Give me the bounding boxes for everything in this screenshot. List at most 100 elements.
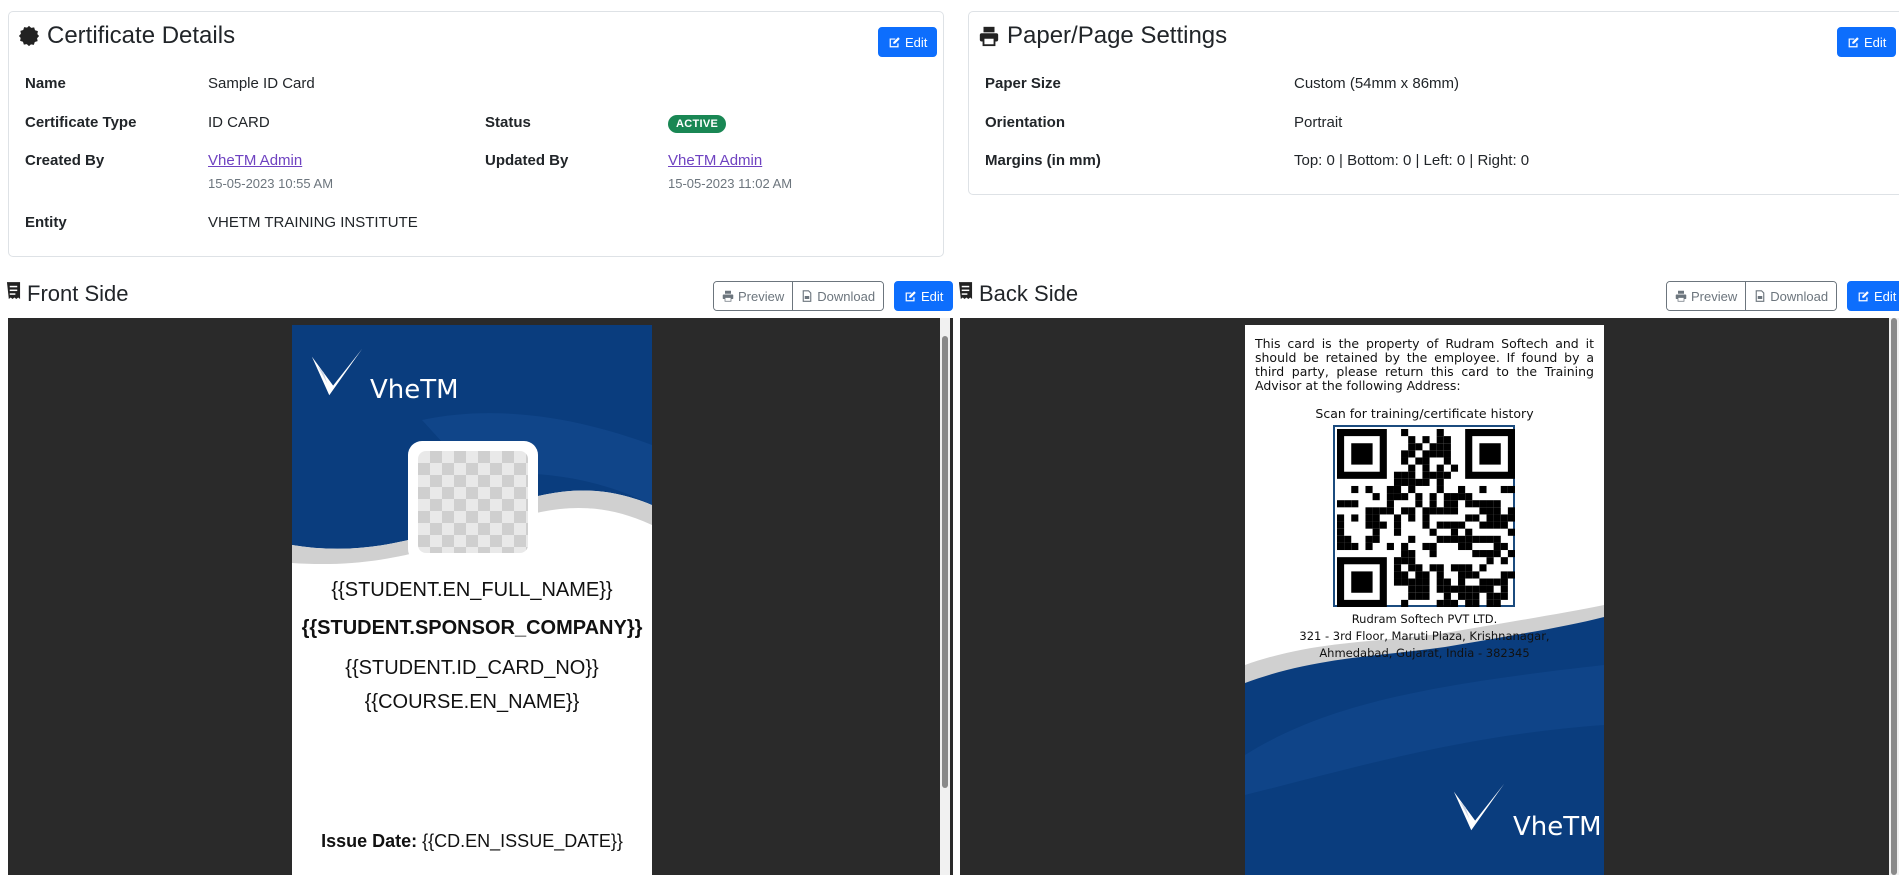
qr-module — [1493, 507, 1501, 515]
back-logo-text: VheTM — [1513, 812, 1602, 842]
qr-module — [1507, 507, 1515, 515]
qr-module — [1422, 578, 1430, 586]
qr-module — [1422, 471, 1430, 479]
qr-module — [1493, 542, 1501, 551]
qr-module — [1436, 478, 1444, 486]
qr-module — [1500, 542, 1508, 551]
front-edit-button[interactable]: Edit — [894, 281, 954, 311]
qr-module — [1386, 485, 1394, 494]
qr-module — [1458, 571, 1466, 579]
qr-module — [1450, 500, 1459, 508]
ownership-notice: This card is the property of Rudram Soft… — [1255, 336, 1594, 393]
qr-module — [1401, 457, 1409, 465]
qr-module — [1429, 500, 1437, 508]
qr-module — [1479, 578, 1487, 586]
front-scrollbar-thumb[interactable] — [942, 336, 948, 788]
created-by-value: VheTM Admin — [208, 152, 302, 169]
qr-module — [1486, 550, 1494, 558]
qr-module — [1450, 464, 1459, 472]
qr-module — [1443, 450, 1451, 458]
back-download-button[interactable]: Download — [1745, 282, 1837, 310]
qr-module — [1472, 514, 1480, 522]
qr-module — [1500, 557, 1508, 565]
receipt-icon — [958, 280, 973, 307]
qr-module — [1365, 485, 1373, 494]
back-scrollbar[interactable] — [1889, 318, 1899, 875]
qr-module — [1422, 464, 1430, 472]
updated-at: 15-05-2023 11:02 AM — [668, 176, 793, 191]
qr-module — [1479, 500, 1487, 508]
qr-module — [1408, 450, 1416, 458]
qr-module — [1443, 521, 1451, 529]
qr-module — [1408, 550, 1416, 558]
qr-module — [1450, 535, 1459, 543]
back-preview-label: Preview — [1691, 288, 1738, 304]
qr-module — [1436, 450, 1444, 458]
qr-module — [1458, 592, 1466, 600]
qr-module — [1436, 585, 1444, 593]
qr-module — [1443, 592, 1451, 600]
qr-module — [1408, 485, 1416, 494]
qr-module — [1479, 485, 1487, 494]
qr-module — [1393, 514, 1402, 522]
qr-module — [1458, 542, 1466, 551]
qr-module — [1365, 514, 1373, 522]
qr-module — [1408, 535, 1416, 543]
qr-module — [1443, 443, 1451, 451]
paper-edit-button[interactable]: Edit — [1837, 27, 1897, 57]
qr-module — [1386, 542, 1394, 551]
front-side-header: Front Side — [6, 280, 129, 307]
certificate-edit-button[interactable]: Edit — [878, 27, 938, 57]
updated-by-link[interactable]: VheTM Admin — [668, 152, 762, 169]
qr-module — [1486, 535, 1494, 543]
qr-module — [1500, 571, 1508, 579]
qr-module — [1408, 585, 1416, 593]
qr-module — [1436, 564, 1444, 572]
qr-module — [1337, 528, 1345, 536]
margins-label: Margins (in mm) — [985, 152, 1101, 169]
qr-module — [1422, 542, 1430, 551]
qr-module — [1507, 550, 1515, 558]
vhetm-logo-mark — [1450, 780, 1508, 843]
front-side-viewer[interactable]: VheTM {{STUDENT.EN_FULL_NAME}} {{STUDENT… — [8, 318, 953, 875]
qr-module — [1486, 578, 1494, 586]
qr-module — [1443, 585, 1451, 593]
qr-module — [1486, 507, 1494, 515]
front-logo-text: VheTM — [370, 375, 459, 405]
issue-date-label: Issue Date: — [321, 831, 418, 851]
back-side-viewer[interactable]: This card is the property of Rudram Soft… — [960, 318, 1899, 875]
qr-module — [1500, 585, 1508, 593]
front-download-button[interactable]: Download — [792, 282, 884, 310]
back-preview-button[interactable]: Preview — [1667, 282, 1746, 310]
qr-module — [1479, 564, 1487, 572]
qr-module — [1486, 514, 1494, 522]
certificate-edit-label: Edit — [905, 34, 928, 50]
qr-module — [1337, 521, 1345, 529]
qr-module — [1443, 535, 1451, 543]
qr-module — [1500, 578, 1508, 586]
certificate-icon — [17, 24, 41, 48]
front-preview-button[interactable]: Preview — [714, 282, 793, 310]
created-by-link[interactable]: VheTM Admin — [208, 152, 302, 169]
qr-module — [1507, 571, 1515, 579]
paper-size-label: Paper Size — [985, 75, 1061, 92]
qr-module — [1486, 592, 1494, 600]
back-scrollbar-thumb[interactable] — [1891, 318, 1897, 875]
qr-module — [1500, 485, 1508, 494]
qr-module — [1493, 599, 1501, 607]
back-edit-button[interactable]: Edit — [1847, 281, 1899, 311]
qr-module — [1436, 571, 1444, 579]
qr-module — [1443, 457, 1451, 465]
qr-module — [1415, 500, 1423, 508]
back-edit-label: Edit — [1874, 288, 1897, 304]
qr-module — [1393, 571, 1402, 579]
qr-module — [1486, 599, 1494, 607]
qr-module — [1436, 436, 1444, 444]
file-pdf-icon — [802, 290, 812, 302]
front-scrollbar[interactable] — [940, 318, 950, 875]
scan-caption: Scan for training/certificate history — [1315, 406, 1534, 421]
qr-module — [1408, 514, 1416, 522]
qr-module — [1401, 507, 1409, 515]
qr-module — [1472, 571, 1480, 579]
qr-module — [1429, 564, 1437, 572]
